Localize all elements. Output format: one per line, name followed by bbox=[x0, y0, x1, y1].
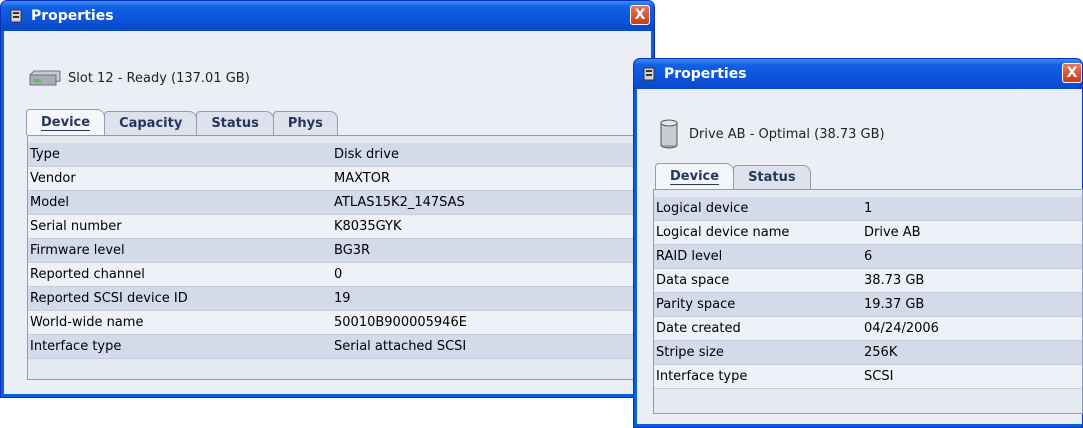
property-value: 50010B900005946E bbox=[334, 315, 467, 330]
tab-status-label: Status bbox=[748, 170, 796, 185]
property-value: K8035GYK bbox=[334, 219, 402, 234]
properties-icon bbox=[10, 9, 22, 23]
tab-device[interactable]: Device bbox=[26, 109, 106, 135]
table-row: Vendor MAXTOR bbox=[28, 167, 652, 191]
property-label: Stripe size bbox=[656, 345, 724, 360]
property-label: Reported channel bbox=[30, 267, 145, 282]
device-header-text: Drive AB - Optimal (38.73 GB) bbox=[689, 126, 885, 142]
tab-capacity[interactable]: Capacity bbox=[104, 111, 198, 135]
properties-window-left: Properties X Slot 12 - Ready (137.01 GB)… bbox=[0, 0, 655, 398]
property-value: SCSI bbox=[864, 369, 894, 384]
table-row: Reported SCSI device ID 19 bbox=[28, 287, 652, 311]
table-row: Firmware level BG3R bbox=[28, 239, 652, 263]
properties-icon bbox=[643, 67, 655, 81]
table-row: Model ATLAS15K2_147SAS bbox=[28, 191, 652, 215]
device-header-text: Slot 12 - Ready (137.01 GB) bbox=[68, 70, 250, 86]
table-row: World-wide name 50010B900005946E bbox=[28, 311, 652, 335]
table-row: Data space 38.73 GB bbox=[654, 269, 1082, 293]
property-value: Serial attached SCSI bbox=[334, 339, 467, 354]
window-client: Drive AB - Optimal (38.73 GB) Device Sta… bbox=[637, 89, 1083, 424]
properties-window-right: Properties X Drive AB - Optimal (38.73 G… bbox=[633, 58, 1083, 428]
table-row: Serial number K8035GYK bbox=[28, 215, 652, 239]
property-label: Interface type bbox=[656, 369, 748, 384]
property-value: 1 bbox=[864, 201, 873, 216]
property-value: ATLAS15K2_147SAS bbox=[334, 195, 465, 210]
tab-bar: Device Capacity Status Phys bbox=[26, 109, 338, 135]
table-row: Parity space 19.37 GB bbox=[654, 293, 1082, 317]
table-row: Stripe size 256K bbox=[654, 341, 1082, 365]
tab-phys[interactable]: Phys bbox=[272, 111, 338, 135]
property-label: Type bbox=[30, 147, 60, 162]
tab-status-label: Status bbox=[211, 116, 259, 131]
property-label: Serial number bbox=[30, 219, 122, 234]
property-value: 19.37 GB bbox=[864, 297, 925, 312]
property-label: Date created bbox=[656, 321, 741, 336]
table-row: Interface type SCSI bbox=[654, 365, 1082, 389]
property-label: Logical device name bbox=[656, 225, 790, 240]
property-value: MAXTOR bbox=[334, 171, 390, 186]
property-label: World-wide name bbox=[30, 315, 144, 330]
tab-phys-label: Phys bbox=[287, 116, 323, 131]
property-value: 04/24/2006 bbox=[864, 321, 939, 336]
tab-device-label: Device bbox=[670, 168, 720, 185]
device-header: Slot 12 - Ready (137.01 GB) bbox=[28, 69, 250, 87]
device-header: Drive AB - Optimal (38.73 GB) bbox=[659, 119, 885, 149]
device-properties-table: Logical device 1 Logical device name Drive … bbox=[653, 189, 1083, 414]
property-label: Model bbox=[30, 195, 70, 210]
table-row: Logical device name Drive AB bbox=[654, 221, 1082, 245]
property-label: Parity space bbox=[656, 297, 736, 312]
table-row: RAID level 6 bbox=[654, 245, 1082, 269]
device-properties-table: Type Disk drive Vendor MAXTOR Model ATLAS15K2… bbox=[27, 135, 653, 380]
window-title: Properties bbox=[664, 66, 747, 82]
close-button[interactable]: X bbox=[1062, 63, 1082, 83]
title-bar[interactable]: Properties bbox=[1, 1, 654, 31]
tab-device[interactable]: Device bbox=[655, 163, 735, 189]
property-label: Logical device bbox=[656, 201, 749, 216]
tab-bar: Device Status bbox=[655, 163, 811, 189]
property-value: 6 bbox=[864, 249, 873, 264]
table-row: Date created 04/24/2006 bbox=[654, 317, 1082, 341]
close-icon: X bbox=[634, 7, 646, 23]
property-label: Reported SCSI device ID bbox=[30, 291, 188, 306]
table-row: Reported channel 0 bbox=[28, 263, 652, 287]
property-label: Data space bbox=[656, 273, 730, 288]
cylinder-drive-icon bbox=[660, 119, 678, 149]
tab-capacity-label: Capacity bbox=[119, 116, 183, 131]
property-value: 19 bbox=[334, 291, 351, 306]
property-value: 38.73 GB bbox=[864, 273, 925, 288]
property-label: Firmware level bbox=[30, 243, 125, 258]
close-button[interactable]: X bbox=[630, 5, 650, 25]
hard-drive-icon bbox=[29, 70, 61, 86]
window-title: Properties bbox=[31, 8, 114, 24]
table-row: Type Disk drive bbox=[28, 143, 652, 167]
property-value: BG3R bbox=[334, 243, 371, 258]
property-value: Drive AB bbox=[864, 225, 921, 240]
property-label: Interface type bbox=[30, 339, 122, 354]
property-value: 0 bbox=[334, 267, 343, 282]
tab-status[interactable]: Status bbox=[196, 111, 274, 135]
title-bar[interactable]: Properties bbox=[634, 59, 1082, 89]
property-value: Disk drive bbox=[334, 147, 399, 162]
table-row: Logical device 1 bbox=[654, 197, 1082, 221]
table-row: Interface type Serial attached SCSI bbox=[28, 335, 652, 359]
property-label: RAID level bbox=[656, 249, 723, 264]
property-label: Vendor bbox=[30, 171, 76, 186]
property-value: 256K bbox=[864, 345, 898, 360]
tab-status[interactable]: Status bbox=[733, 165, 811, 189]
window-client: Slot 12 - Ready (137.01 GB) Device Capac… bbox=[4, 31, 653, 394]
close-icon: X bbox=[1066, 65, 1078, 81]
tab-device-label: Device bbox=[41, 114, 91, 131]
